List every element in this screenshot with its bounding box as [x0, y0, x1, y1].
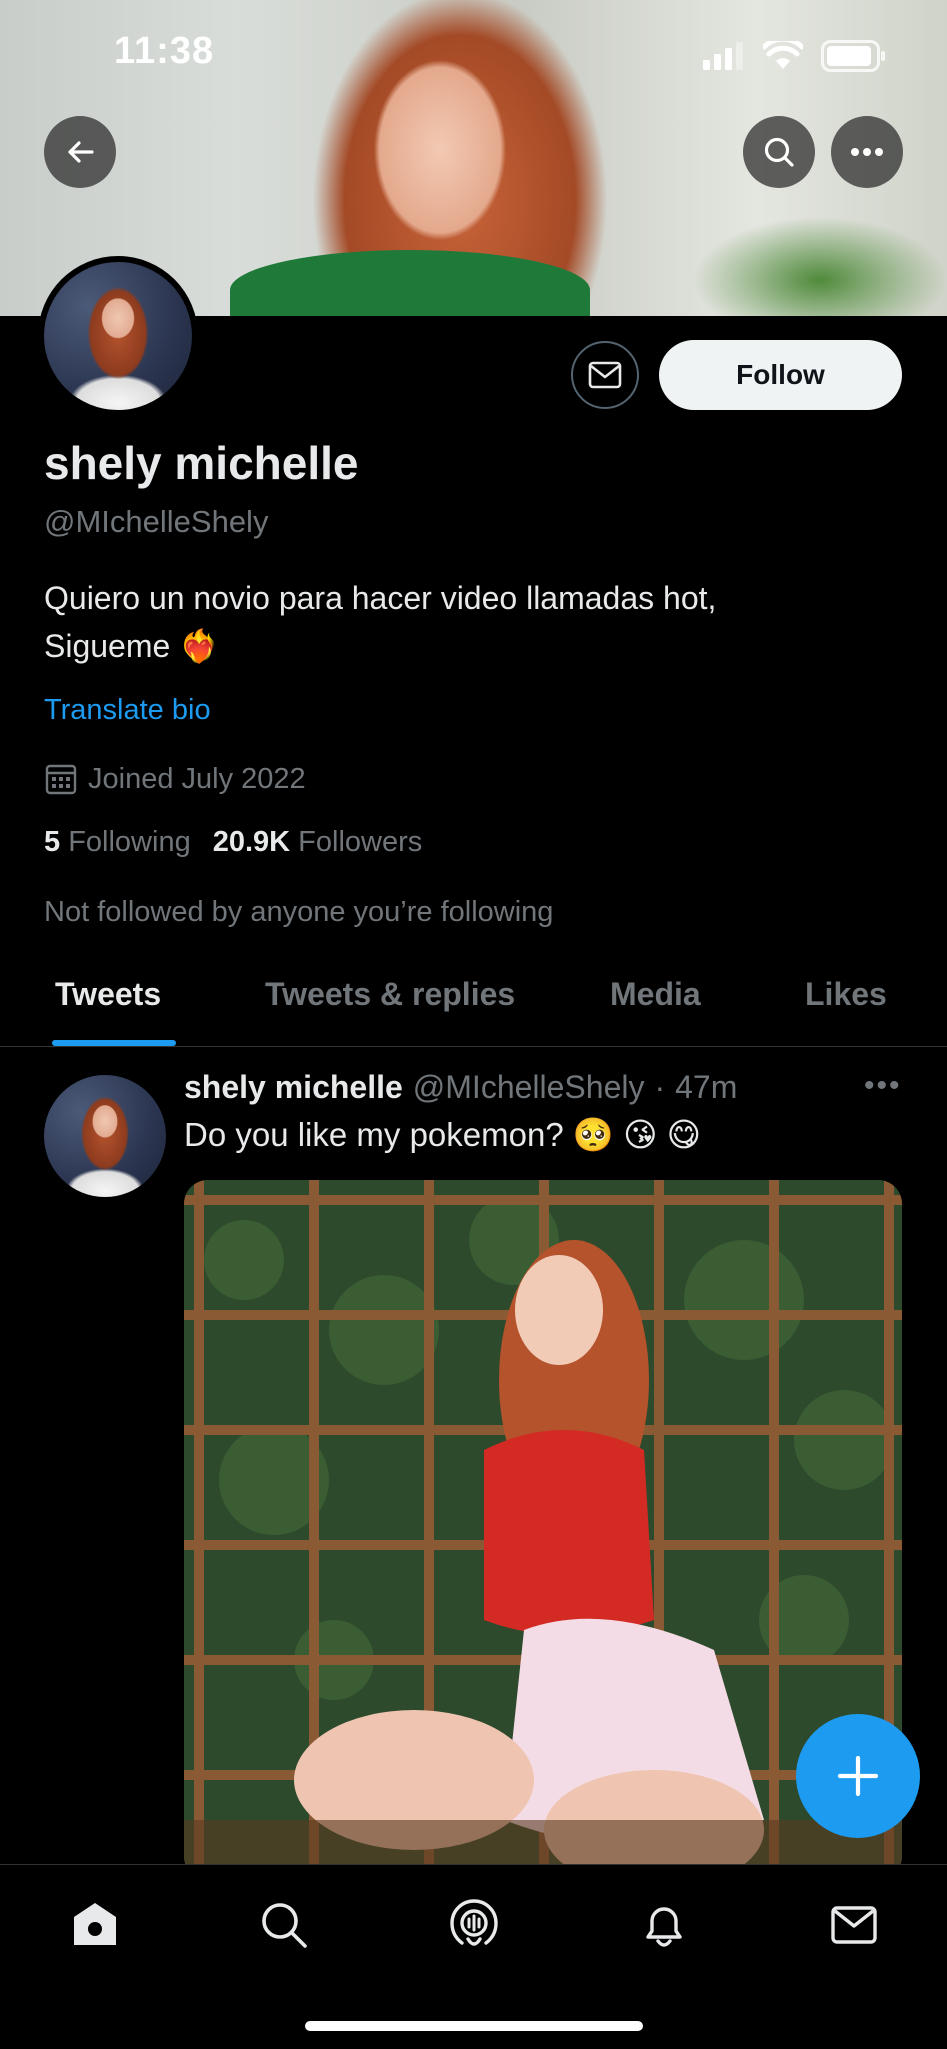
tab-media[interactable]: Media	[610, 976, 701, 1013]
profile-tabs: Tweets Tweets & replies Media Likes	[0, 960, 947, 1047]
more-options-button[interactable]	[831, 116, 903, 188]
nav-home[interactable]	[65, 1895, 125, 1955]
tweet-author-handle: @MIchelleShely	[412, 1069, 645, 1105]
followers-link[interactable]: 20.9K Followers	[213, 826, 423, 859]
profile-avatar[interactable]	[38, 256, 198, 416]
search-button[interactable]	[743, 116, 815, 188]
bio-line-2: Sigueme ❤️‍🔥	[44, 628, 220, 664]
tweet-author-name[interactable]: shely michelle	[184, 1069, 403, 1106]
nav-spaces[interactable]	[444, 1895, 504, 1955]
profile-name: shely michelle	[44, 437, 359, 489]
tweet-separator: ·	[654, 1069, 666, 1105]
calendar-icon	[45, 764, 77, 795]
not-followed-notice: Not followed by anyone you’re following	[44, 896, 554, 928]
tweet-header: shely michelle @MIchelleShely · 47m	[184, 1069, 737, 1106]
messages-icon	[831, 1906, 877, 1944]
bottom-navigation	[0, 1864, 947, 2049]
status-time: 11:38	[114, 30, 215, 72]
followers-label: Followers	[298, 826, 423, 858]
bio-line-1: Quiero un novio para hacer video llamada…	[44, 580, 717, 616]
home-icon	[74, 1903, 116, 1945]
plus-icon	[837, 1755, 879, 1797]
active-tab-indicator	[52, 1040, 176, 1046]
search-icon	[764, 137, 794, 167]
battery-icon	[821, 40, 885, 72]
nav-explore[interactable]	[254, 1895, 314, 1955]
tab-likes[interactable]: Likes	[805, 976, 887, 1013]
tab-tweets[interactable]: Tweets	[55, 976, 161, 1013]
followers-count: 20.9K	[212, 826, 291, 858]
following-count: 5	[44, 826, 61, 858]
mail-icon	[588, 361, 622, 389]
tweet-photo	[184, 1180, 902, 1880]
more-icon	[851, 148, 883, 156]
compose-tweet-button[interactable]	[796, 1714, 920, 1838]
tweet-time: 47m	[675, 1069, 738, 1105]
profile-bio: Quiero un novio para hacer video llamada…	[44, 574, 864, 670]
tweet-text: Do you like my pokemon? 🥺 😘 😋	[184, 1116, 702, 1153]
status-icons	[703, 40, 887, 72]
notifications-icon	[646, 1907, 682, 1947]
following-link[interactable]: 5 Following	[44, 826, 191, 859]
follow-stats: 5 Following 20.9K Followers	[44, 826, 422, 859]
cellular-signal-icon	[703, 42, 743, 70]
tweet-media-image[interactable]	[184, 1180, 902, 1880]
message-button[interactable]	[571, 341, 639, 409]
wifi-icon	[763, 41, 803, 69]
spaces-icon	[450, 1899, 498, 1946]
back-arrow-icon	[68, 141, 94, 163]
nav-messages[interactable]	[824, 1895, 884, 1955]
follow-button[interactable]: Follow	[659, 340, 902, 410]
avatar-image	[44, 262, 192, 410]
home-indicator	[305, 2021, 643, 2031]
tweet-avatar[interactable]	[44, 1075, 166, 1197]
explore-icon	[262, 1903, 307, 1948]
following-label: Following	[68, 826, 191, 858]
tweet-more-icon[interactable]: •••	[864, 1069, 902, 1103]
nav-notifications[interactable]	[634, 1895, 694, 1955]
status-bar: 11:38	[0, 0, 947, 110]
joined-date: Joined July 2022	[44, 762, 306, 796]
profile-handle: @MIchelleShely	[44, 504, 269, 539]
joined-text: Joined July 2022	[88, 762, 306, 795]
translate-bio-link[interactable]: Translate bio	[44, 694, 211, 727]
tab-tweets-and-replies[interactable]: Tweets & replies	[265, 976, 515, 1013]
back-button[interactable]	[44, 116, 116, 188]
banner-detail	[230, 250, 590, 316]
